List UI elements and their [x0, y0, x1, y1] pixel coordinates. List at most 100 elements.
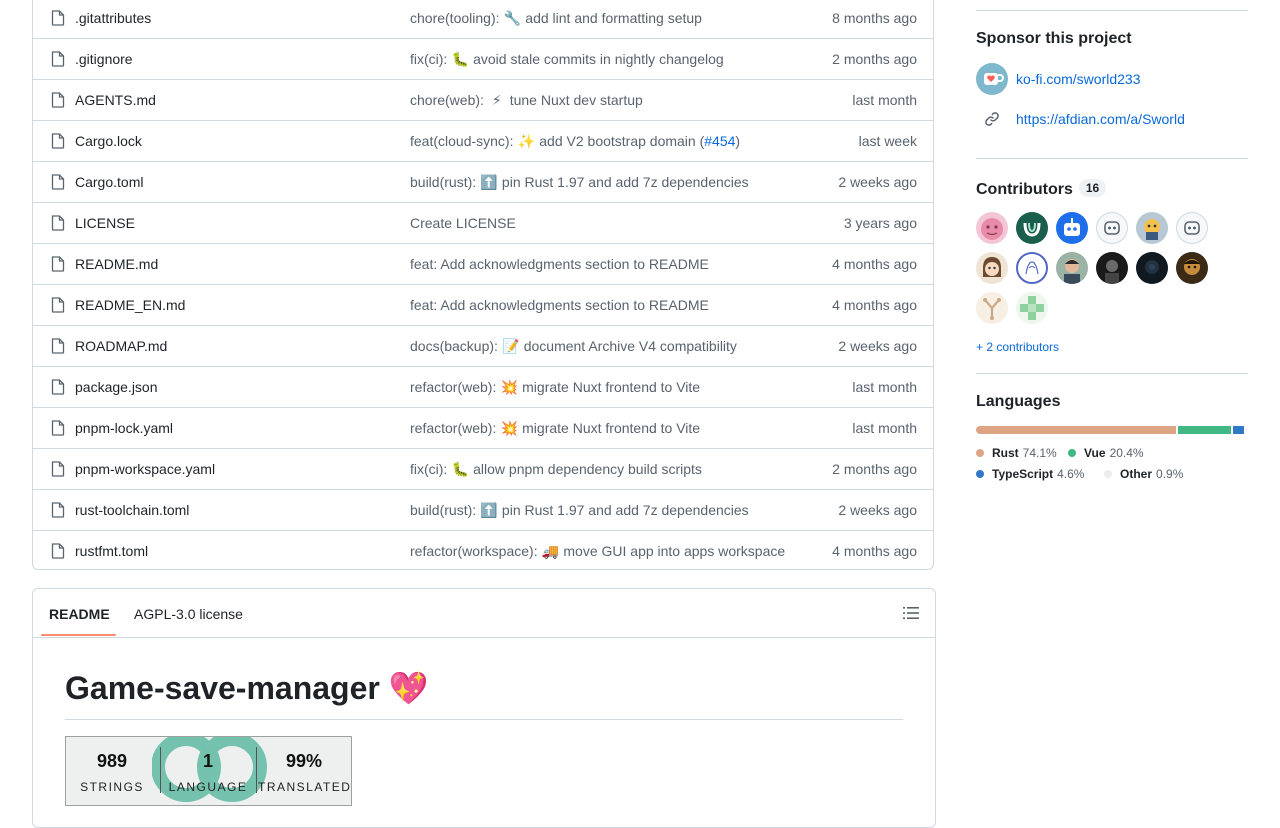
file-name-link[interactable]: pnpm-workspace.yaml [75, 461, 215, 477]
tab-license[interactable]: AGPL-3.0 license [134, 606, 243, 622]
file-row[interactable]: package.json refactor(web): 💥 migrate Nux… [33, 367, 933, 408]
language-item[interactable]: Other0.9% [1104, 467, 1183, 481]
file-name-link[interactable]: README_EN.md [75, 297, 185, 313]
commit-message-link[interactable]: Create LICENSE [410, 215, 516, 231]
avatar[interactable] [1176, 252, 1208, 284]
commit-message-link[interactable]: refactor(web): 💥 migrate Nuxt frontend t… [410, 379, 700, 396]
language-item[interactable]: TypeScript4.6% [976, 467, 1084, 481]
commit-emoji: ⬆️ [480, 502, 498, 519]
commit-message-text: docs(backup): [410, 338, 502, 354]
sponsor-link-label[interactable]: https://afdian.com/a/Sworld [1016, 111, 1185, 127]
commit-message-text: allow pnpm dependency build scripts [469, 461, 702, 477]
sponsor-link-kofi[interactable]: ko-fi.com/sworld233 [976, 63, 1141, 95]
file-name-link[interactable]: Cargo.toml [75, 174, 143, 190]
kofi-icon [976, 63, 1008, 95]
file-name-link[interactable]: LICENSE [75, 215, 135, 231]
commit-message-link[interactable]: refactor(web): 💥 migrate Nuxt frontend t… [410, 420, 700, 437]
commit-message-link[interactable]: build(rust): ⬆️ pin Rust 1.97 and add 7z… [410, 174, 749, 191]
file-row[interactable]: rustfmt.toml refactor(workspace): 🚚 move … [33, 531, 933, 572]
outline-list-icon[interactable] [903, 606, 919, 620]
avatar[interactable] [1056, 252, 1088, 284]
language-bar-segment [1178, 426, 1231, 434]
pull-request-link[interactable]: #454 [704, 133, 735, 149]
file-row[interactable]: .gitattributes chore(tooling): 🔧 add lint… [33, 0, 933, 39]
commit-message-text: refactor(web): [410, 420, 500, 436]
language-item[interactable]: Vue20.4% [1068, 446, 1144, 460]
translation-status-badge[interactable]: 989 STRINGS 1 LANGUAGE 99% TRANSLATED [65, 736, 352, 806]
commit-message-text: add lint and formatting setup [521, 10, 702, 26]
language-dot-icon [1104, 470, 1112, 478]
file-row[interactable]: LICENSECreate LICENSE3 years ago [33, 203, 933, 244]
commit-message-link[interactable]: feat(cloud-sync): ✨ add V2 bootstrap dom… [410, 133, 740, 150]
avatar[interactable] [1096, 252, 1128, 284]
commit-message-text: build(rust): [410, 502, 480, 518]
commit-message-link[interactable]: fix(ci): 🐛 allow pnpm dependency build s… [410, 461, 702, 478]
commit-date: 2 weeks ago [838, 338, 917, 354]
sponsor-link-afdian[interactable]: https://afdian.com/a/Sworld [976, 103, 1185, 135]
readme-panel: README AGPL-3.0 license Game-save-manage… [32, 588, 936, 828]
file-name-link[interactable]: .gitignore [75, 51, 133, 67]
contributors-heading[interactable]: Contributors16 [976, 179, 1106, 199]
badge-language: 1 LANGUAGE [162, 751, 254, 794]
file-icon [51, 51, 65, 67]
avatar[interactable] [1056, 212, 1088, 244]
avatar[interactable] [976, 292, 1008, 324]
avatar[interactable] [1176, 212, 1208, 244]
file-row[interactable]: Cargo.lock feat(cloud-sync): ✨ add V2 boo… [33, 121, 933, 162]
file-row[interactable]: Cargo.toml build(rust): ⬆️ pin Rust 1.97 … [33, 162, 933, 203]
commit-emoji: ⬆️ [480, 174, 498, 191]
file-icon [51, 543, 65, 559]
commit-message-text: fix(ci): [410, 51, 451, 67]
file-row[interactable]: pnpm-workspace.yaml fix(ci): 🐛 allow pnpm… [33, 449, 933, 490]
badge-translated-label: TRANSLATED [258, 780, 350, 794]
commit-message-link[interactable]: chore(tooling): 🔧 add lint and formattin… [410, 10, 702, 27]
avatar[interactable] [976, 212, 1008, 244]
avatar[interactable] [1136, 212, 1168, 244]
file-row[interactable]: README.md feat: Add acknowledgments secti… [33, 244, 933, 285]
file-row[interactable]: .gitignore fix(ci): 🐛 avoid stale commits… [33, 39, 933, 80]
commit-message-text: migrate Nuxt frontend to Vite [518, 420, 700, 436]
avatar[interactable] [1136, 252, 1168, 284]
file-icon [51, 297, 65, 313]
file-name-link[interactable]: rust-toolchain.toml [75, 502, 189, 518]
commit-message-link[interactable]: build(rust): ⬆️ pin Rust 1.97 and add 7z… [410, 502, 749, 519]
tab-readme[interactable]: README [49, 606, 110, 622]
commit-message-link[interactable]: feat: Add acknowledgments section to REA… [410, 256, 709, 272]
active-tab-indicator [41, 634, 116, 636]
file-name-link[interactable]: AGENTS.md [75, 92, 156, 108]
commit-message-link[interactable]: fix(ci): 🐛 avoid stale commits in nightl… [410, 51, 724, 68]
commit-message-link[interactable]: docs(backup): 📝 document Archive V4 comp… [410, 338, 737, 355]
file-row[interactable]: README_EN.md feat: Add acknowledgments se… [33, 285, 933, 326]
more-contributors-link[interactable]: + 2 contributors [976, 340, 1059, 354]
commit-date: last month [852, 420, 917, 436]
commit-message-text: feat: Add acknowledgments section to REA… [410, 256, 709, 272]
file-name-link[interactable]: README.md [75, 256, 158, 272]
language-name: Vue [1084, 446, 1106, 460]
commit-message-link[interactable]: chore(web): ⚡ tune Nuxt dev startup [410, 92, 643, 109]
avatar[interactable] [1016, 252, 1048, 284]
language-name: Other [1120, 467, 1152, 481]
commit-date: 4 months ago [832, 297, 917, 313]
commit-message-link[interactable]: feat: Add acknowledgments section to REA… [410, 297, 709, 313]
file-name-link[interactable]: rustfmt.toml [75, 543, 148, 559]
commit-emoji: 💥 [500, 379, 518, 396]
language-dot-icon [976, 470, 984, 478]
file-name-link[interactable]: .gitattributes [75, 10, 151, 26]
commit-message-link[interactable]: refactor(workspace): 🚚 move GUI app into… [410, 543, 785, 560]
sponsor-link-label[interactable]: ko-fi.com/sworld233 [1016, 71, 1141, 87]
file-row[interactable]: pnpm-lock.yaml refactor(web): 💥 migrate N… [33, 408, 933, 449]
file-row[interactable]: ROADMAP.md docs(backup): 📝 document Archi… [33, 326, 933, 367]
file-row[interactable]: rust-toolchain.toml build(rust): ⬆️ pin R… [33, 490, 933, 531]
file-name-link[interactable]: pnpm-lock.yaml [75, 420, 173, 436]
file-name-link[interactable]: ROADMAP.md [75, 338, 167, 354]
file-name-link[interactable]: Cargo.lock [75, 133, 142, 149]
avatar[interactable] [1016, 292, 1048, 324]
avatar[interactable] [1016, 212, 1048, 244]
language-item[interactable]: Rust74.1% [976, 446, 1057, 460]
language-dot-icon [1068, 449, 1076, 457]
file-row[interactable]: AGENTS.md chore(web): ⚡ tune Nuxt dev sta… [33, 80, 933, 121]
avatar[interactable] [976, 252, 1008, 284]
file-name-link[interactable]: package.json [75, 379, 158, 395]
avatar[interactable] [1096, 212, 1128, 244]
commit-date: 2 months ago [832, 461, 917, 477]
